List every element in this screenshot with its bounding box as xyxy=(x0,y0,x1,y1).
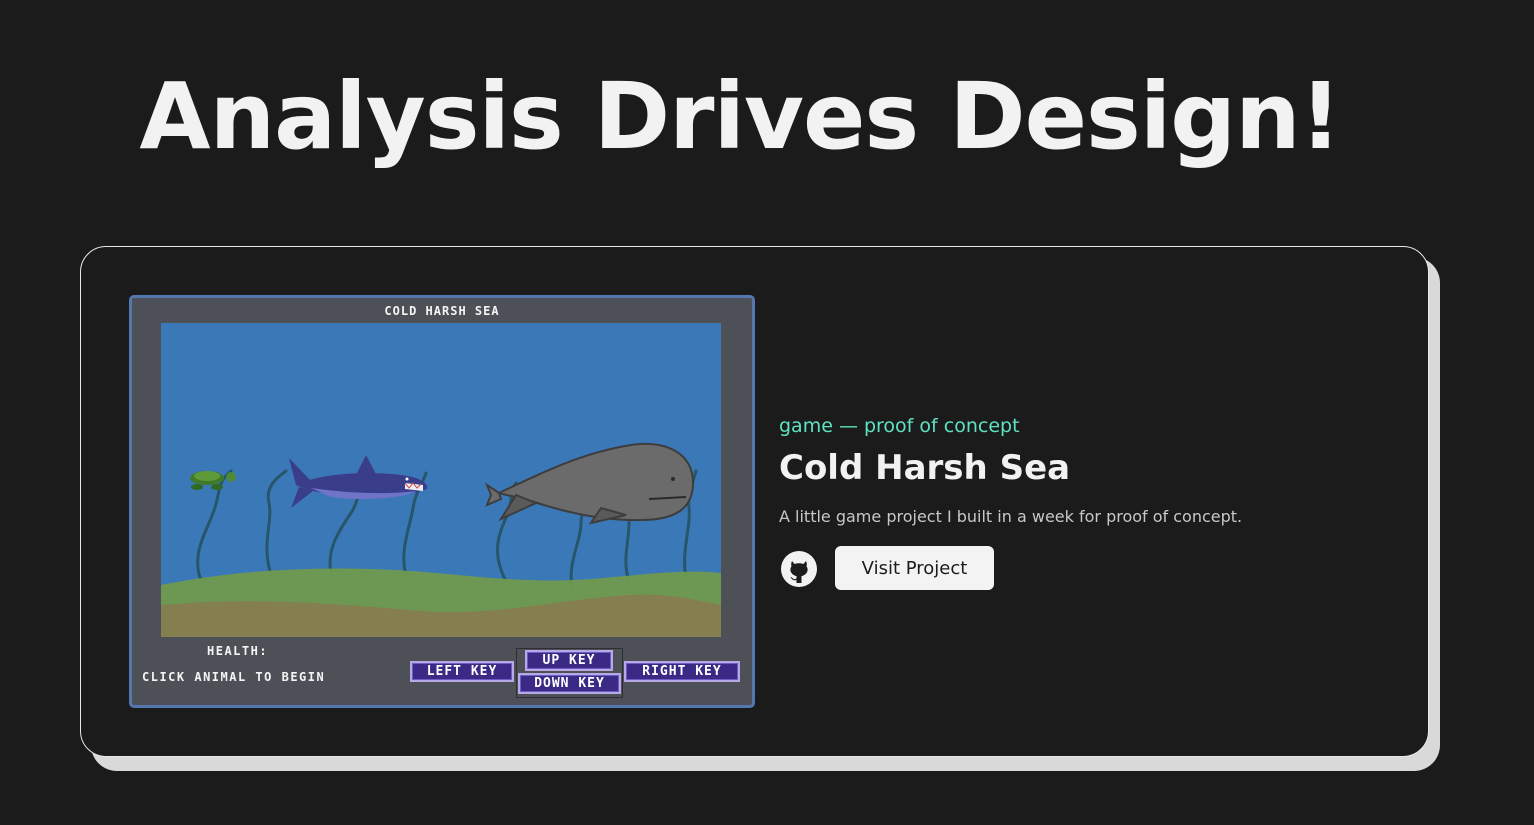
start-prompt[interactable]: CLICK ANIMAL TO BEGIN xyxy=(142,670,325,684)
down-key-button[interactable]: DOWN KEY xyxy=(518,673,621,694)
game-title: COLD HARSH SEA xyxy=(384,304,500,318)
up-down-key-group: UP KEY DOWN KEY xyxy=(516,648,623,698)
page-heading: Analysis Drives Design! xyxy=(139,63,1341,170)
up-key-button[interactable]: UP KEY xyxy=(525,650,613,671)
github-icon[interactable] xyxy=(779,549,819,589)
game-scene xyxy=(161,323,721,637)
visit-project-button[interactable]: Visit Project xyxy=(835,546,994,590)
project-description: A little game project I built in a week … xyxy=(779,507,1243,526)
health-label: HEALTH: xyxy=(207,644,269,658)
left-key-button[interactable]: LEFT KEY xyxy=(410,661,514,682)
project-title: Cold Harsh Sea xyxy=(779,448,1071,488)
right-key-button[interactable]: RIGHT KEY xyxy=(624,661,740,682)
game-screenshot: COLD HARSH SEA HEALTH: CLICK ANIMAL TO B… xyxy=(129,295,755,708)
project-category: game — proof of concept xyxy=(779,415,1020,437)
page: Analysis Drives Design! COLD HARSH SEA H… xyxy=(0,0,1534,825)
